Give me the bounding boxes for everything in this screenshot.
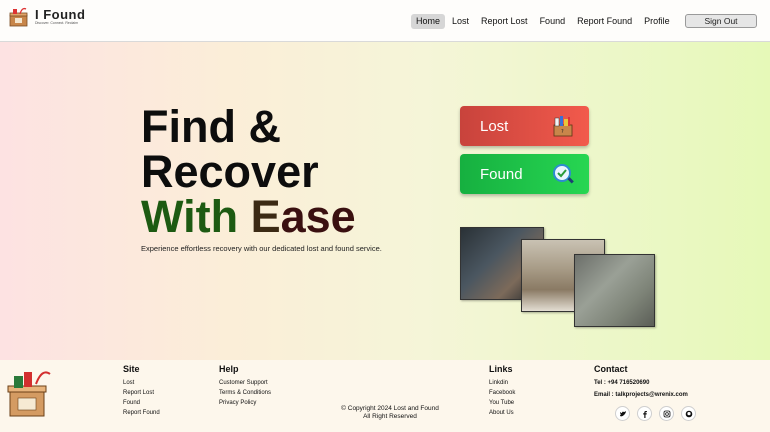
hero-title-line1: Find &: [141, 101, 281, 152]
lost-button[interactable]: Lost ?: [460, 106, 589, 146]
svg-text:?: ?: [561, 129, 564, 135]
brand-subtitle: Discover. Connect. Reclaim: [35, 21, 78, 25]
hero-title-line3: With Ease: [141, 194, 356, 239]
found-button-label: Found: [480, 165, 523, 183]
footer-link-found[interactable]: Found: [123, 398, 160, 408]
hero-subtitle: Experience effortless recovery with our …: [141, 244, 382, 253]
footer-logo-icon: [6, 366, 54, 418]
footer-link-report-lost[interactable]: Report Lost: [123, 388, 160, 398]
hero-title-line2: Recover: [141, 146, 319, 197]
copyright-line2: All Right Reserved: [363, 413, 417, 420]
copyright-line1: © Copyright 2024 Lost and Found: [341, 405, 439, 412]
footer-contact-heading: Contact: [594, 364, 628, 374]
footer-site-heading: Site: [123, 364, 140, 374]
footer-link-lost[interactable]: Lost: [123, 378, 160, 388]
copyright: © Copyright 2024 Lost and Found All Righ…: [320, 405, 460, 421]
social-links: [615, 406, 696, 421]
hero-title: Find & Recover With Ease: [141, 104, 356, 239]
nav-report-lost[interactable]: Report Lost: [476, 14, 533, 29]
footer-link-facebook[interactable]: Facebook: [489, 388, 515, 398]
footer-contact-column: Contact Tel : +94 716520690 Email : talk…: [594, 364, 688, 400]
brand-logo[interactable]: I Found Discover. Connect. Reclaim: [8, 6, 85, 28]
footer-help-heading: Help: [219, 364, 239, 374]
nav-profile[interactable]: Profile: [639, 14, 675, 29]
github-icon[interactable]: [681, 406, 696, 421]
footer-link-about-us[interactable]: About Us: [489, 408, 515, 418]
footer-link-privacy[interactable]: Privacy Policy: [219, 398, 271, 408]
footer-link-customer-support[interactable]: Customer Support: [219, 378, 271, 388]
main-nav: Home Lost Report Lost Found Report Found…: [411, 14, 677, 29]
magnifier-check-icon: [551, 162, 575, 186]
footer-link-terms[interactable]: Terms & Conditions: [219, 388, 271, 398]
footer-links-heading: Links: [489, 364, 513, 374]
lost-button-label: Lost: [480, 117, 509, 135]
found-button[interactable]: Found: [460, 154, 589, 194]
hero-title-with: With: [141, 191, 239, 242]
hero-title-ease-rest: ase: [280, 191, 356, 242]
footer-email: Email : talkprojects@wrenix.com: [594, 392, 688, 398]
nav-report-found[interactable]: Report Found: [572, 14, 637, 29]
brand-title: I Found: [35, 7, 86, 22]
nav-home[interactable]: Home: [411, 14, 446, 29]
footer-site-column: Site Lost Report Lost Found Report Found: [123, 364, 160, 418]
lost-box-icon: ?: [551, 114, 575, 138]
hero-title-ease-e: E: [250, 191, 281, 242]
footer-link-report-found[interactable]: Report Found: [123, 408, 160, 418]
nav-found[interactable]: Found: [535, 14, 571, 29]
twitter-icon[interactable]: [615, 406, 630, 421]
sign-out-button[interactable]: Sign Out: [685, 14, 757, 28]
compass-photo: [574, 254, 655, 327]
footer-link-youtube[interactable]: You Tube: [489, 398, 515, 408]
footer-link-linkedin[interactable]: Linkdin: [489, 378, 515, 388]
nav-lost[interactable]: Lost: [447, 14, 474, 29]
footer-phone: Tel : +94 716520690: [594, 380, 650, 386]
footer-links-column: Links Linkdin Facebook You Tube About Us: [489, 364, 515, 418]
footer-help-column: Help Customer Support Terms & Conditions…: [219, 364, 271, 408]
facebook-icon[interactable]: [637, 406, 652, 421]
instagram-icon[interactable]: [659, 406, 674, 421]
box-logo-icon: [8, 6, 30, 28]
top-navbar: I Found Discover. Connect. Reclaim Home …: [0, 0, 770, 42]
